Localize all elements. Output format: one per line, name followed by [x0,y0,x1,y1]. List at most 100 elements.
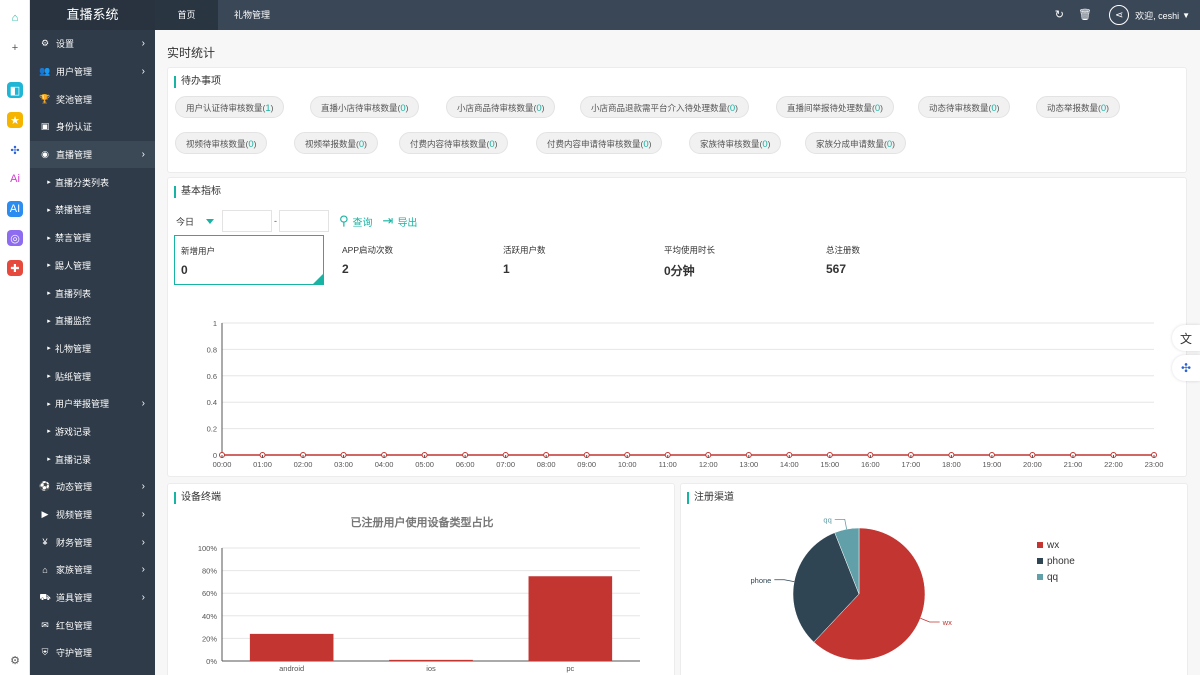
legend-swatch [1037,574,1043,580]
todo-pill[interactable]: 用户认证待审核数量(1) [175,96,285,118]
sidebar-item-13[interactable]: ▸ 用户举报管理 › [30,390,155,418]
sidebar-item-21[interactable]: ✉ 红包管理 [30,611,155,639]
x-tick-label: 16:00 [861,460,880,469]
bot-icon[interactable]: ◎ [7,230,23,246]
legend-label[interactable]: qq [1047,572,1058,583]
stat-value: 0 [181,263,188,277]
todo-label: 家族分成申请数量( [816,139,887,149]
sidebar-item-5[interactable]: ▸ 直播分类列表 [30,168,155,196]
stat-card[interactable]: 活跃用户数 1 [497,235,647,285]
sidebar-item-16[interactable]: ⚽ 动态管理 › [30,473,155,501]
todo-paren: ) [270,103,274,113]
sidebar-item-label: 守护管理 [56,648,93,659]
sidebar-item-8[interactable]: ▸ 踢人管理 [30,252,155,280]
settings-gear-icon[interactable]: ⚙ [7,652,23,668]
sidebar-item-22[interactable]: ⛨ 守护管理 [30,639,155,667]
sidebar-item-17[interactable]: ▶ 视频管理 › [30,501,155,529]
stat-card[interactable]: 新增用户 0 [174,235,324,285]
end-date-input[interactable] [279,210,329,232]
sidebar-item-3[interactable]: ▣ 身份认证 [30,113,155,141]
todo-label: 动态待审核数量( [929,103,992,113]
sidebar-item-6[interactable]: ▸ 禁播管理 [30,196,155,224]
export-button[interactable]: ⇥ 导出 [383,213,418,229]
x-tick-label: 09:00 [577,460,596,469]
range-select[interactable]: 今日 [176,210,218,232]
x-tick-label: 12:00 [699,460,718,469]
plus-icon[interactable]: + [7,40,23,56]
sidebar-item-label: 直播分类列表 [55,177,110,188]
basic-title: 基本指标 [174,186,221,198]
sidebar-item-1[interactable]: 👥 用户管理 › [30,58,155,86]
sidebar-item-4[interactable]: ◉ 直播管理 › [30,140,155,169]
stat-value: 2 [342,262,349,276]
sidebar-item-10[interactable]: ▸ 直播监控 [30,307,155,335]
legend-label[interactable]: phone [1047,556,1075,567]
start-date-input[interactable] [222,210,272,232]
x-tick-label: 14:00 [780,460,799,469]
sidebar-item-label: 礼物管理 [55,343,92,354]
todo-pill[interactable]: 直播小店待审核数量(0) [310,96,420,118]
sidebar-item-15[interactable]: ▸ 直播记录 [30,445,155,473]
stat-card[interactable]: 平均使用时长 0分钟 [658,235,808,285]
star-app-icon[interactable]: ★ [7,112,23,128]
todo-pill[interactable]: 视频待审核数量(0) [175,132,268,154]
sidebar-item-18[interactable]: ¥ 财务管理 › [30,528,155,556]
eye-icon: ◉ [41,149,49,160]
refresh-icon[interactable]: ↻ [1055,8,1064,21]
sidebar-item-label: 直播列表 [55,288,92,299]
todo-pill[interactable]: 视频举报数量(0) [294,132,378,154]
x-tick-label: 06:00 [456,460,475,469]
todo-paren: ) [996,103,1000,113]
legend-label[interactable]: wx [1046,540,1059,551]
todo-pill[interactable]: 付费内容申请待审核数量(0) [536,132,663,154]
stat-card[interactable]: APP启动次数 2 [336,235,486,285]
stat-label: 新增用户 [181,246,216,256]
trash-icon[interactable]: 🗑 [1078,8,1092,21]
todo-pill[interactable]: 小店商品退款需平台介入待处理数量(0) [580,96,749,118]
todo-pill[interactable]: 动态待审核数量(0) [918,96,1011,118]
sidebar-item-20[interactable]: ⛟ 道具管理 › [30,584,155,612]
tab-home[interactable]: 首页 [155,0,218,30]
sidebar-item-2[interactable]: 🏆 奖池管理 [30,85,155,113]
chevron-right-icon: › [141,38,145,50]
sidebar-item-label: 身份认证 [56,122,93,133]
sidebar-item-14[interactable]: ▸ 游戏记录 [30,418,155,446]
basic-metrics-card: 基本指标 今日 - ⚲ 查询 ⇥ 导出 新增用户 0 APP启动次数 2 活跃用户数 1 平… [167,177,1187,477]
device-card: 设备终端 已注册用户使用设备类型占比 0% 20% 40% 60% 80% 100% and… [167,483,675,675]
chevron-right-icon: › [141,592,145,604]
todo-pill[interactable]: 家族待审核数量(0) [689,132,782,154]
todo-pill[interactable]: 付费内容待审核数量(0) [399,132,509,154]
home-icon[interactable]: ⌂ [7,10,23,26]
sidebar-item-9[interactable]: ▸ 直播列表 [30,279,155,307]
todo-pill[interactable]: 家族分成申请数量(0) [805,132,906,154]
sidebar-item-0[interactable]: ⚙ 设置 › [30,30,155,58]
query-button[interactable]: ⚲ 查询 [339,213,373,229]
caret-down-icon [206,218,214,224]
chevron-right-icon: › [141,66,145,78]
user-menu[interactable]: ⋖ 欢迎, ceshi ▼ [1109,5,1190,25]
todo-pill[interactable]: 动态举报数量(0) [1036,96,1120,118]
sidebar-item-label: 奖池管理 [56,94,93,105]
sidebar-item-11[interactable]: ▸ 礼物管理 [30,335,155,363]
stat-card[interactable]: 总注册数 567 [820,235,970,285]
sidebar-item-19[interactable]: ⌂ 家族管理 › [30,556,155,584]
todo-pill[interactable]: 直播间举报待处理数量(0) [776,96,894,118]
ai-blue-icon[interactable]: AI [7,201,23,217]
network-app-icon[interactable]: ✣ [7,142,23,158]
todo-label: 直播间举报待处理数量( [787,103,875,113]
stat-value: 1 [503,262,510,276]
sidebar-item-12[interactable]: ▸ 贴纸管理 [30,362,155,390]
bullet-icon: ▸ [47,206,51,214]
sidebar-item-7[interactable]: ▸ 禁言管理 [30,224,155,252]
network-icon[interactable]: ✣ [1172,355,1200,381]
gamepad-icon[interactable]: ✚ [7,260,23,276]
channel-title: 注册渠道 [687,492,734,504]
ai-ring-icon[interactable]: Ai [7,171,23,187]
search-icon: ⚲ [339,213,349,228]
todo-paren: ) [1106,103,1109,113]
todo-pill[interactable]: 小店商品待审核数量(0) [446,96,556,118]
tab-gift-management[interactable]: 礼物管理 [218,0,286,30]
app-teal-icon[interactable]: ◧ [7,82,23,98]
translate-icon[interactable]: 文 [1172,325,1200,351]
legend-swatch [1037,542,1043,548]
